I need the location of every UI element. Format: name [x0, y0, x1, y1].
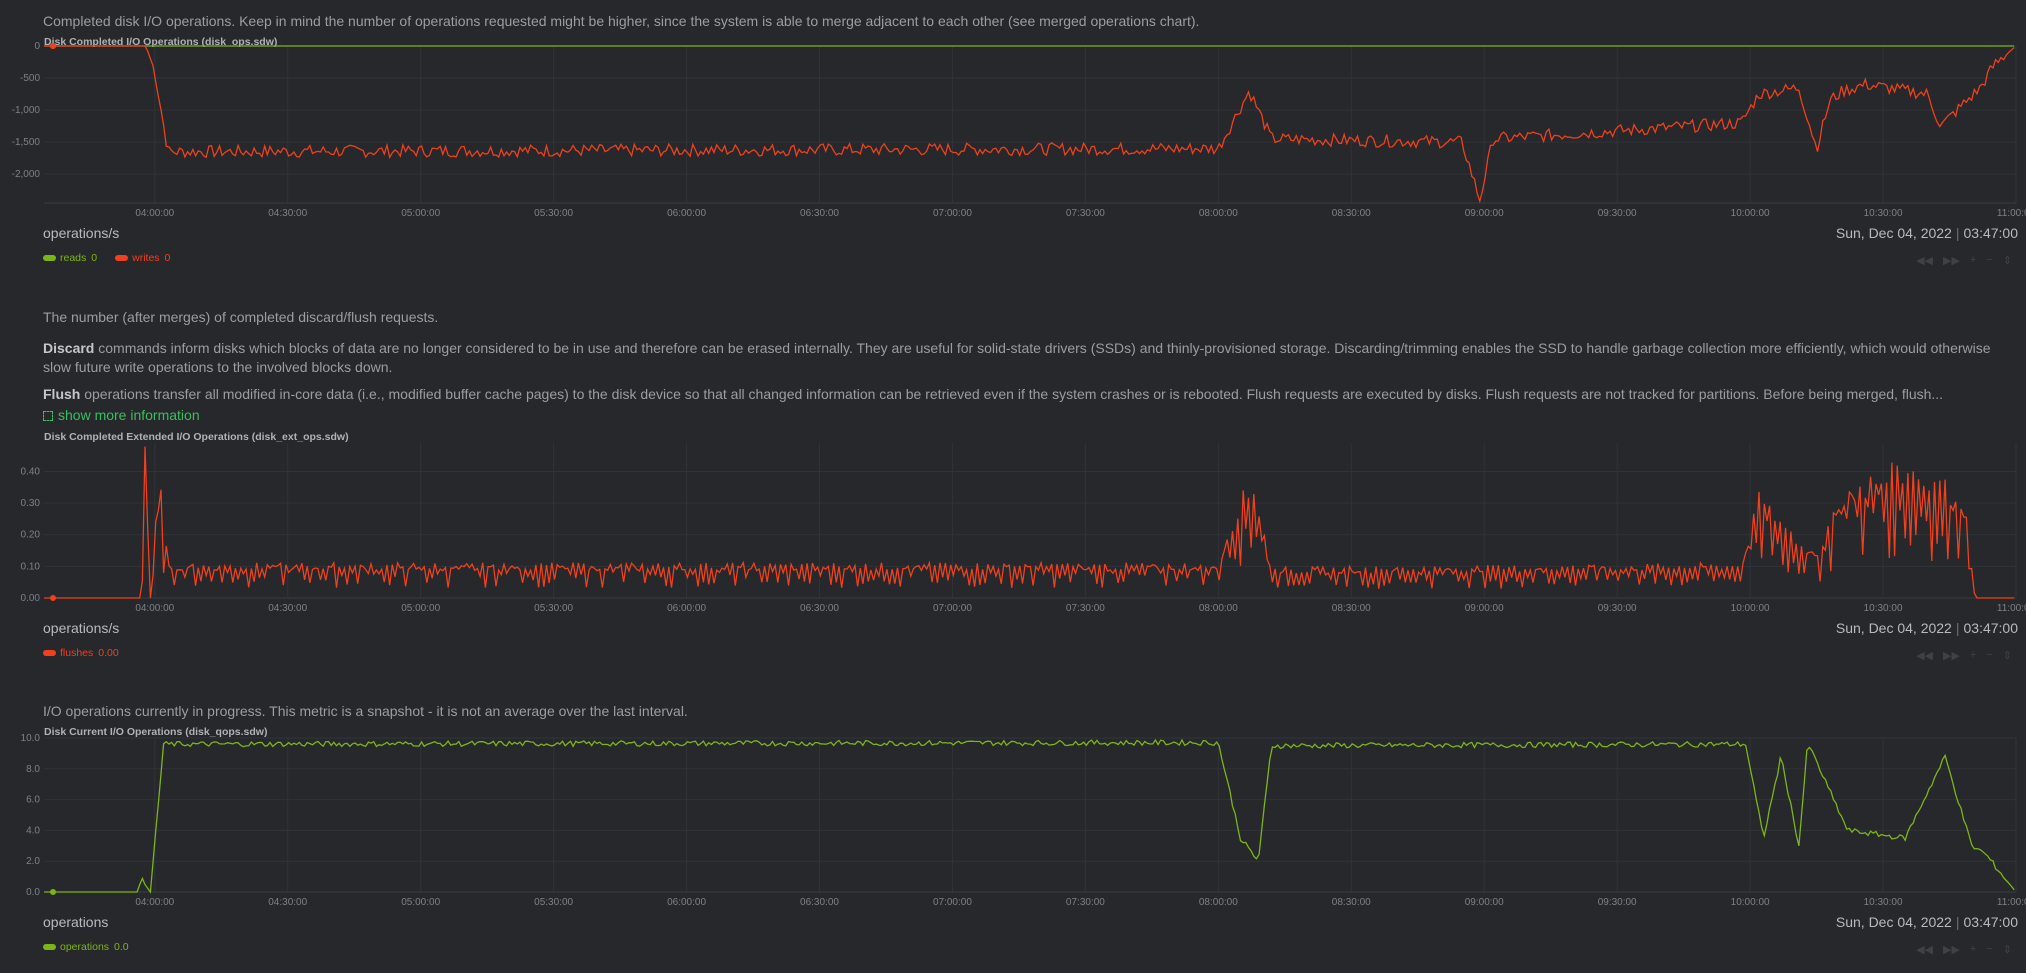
x-tick-label: 06:00:00: [667, 208, 706, 219]
x-tick-label: 08:00:00: [1199, 208, 1238, 219]
x-tick-label: 08:30:00: [1332, 897, 1371, 908]
chart-2: 04:00:00 04:30:00 05:00:00 05:30:00 06:00:00…: [21, 443, 2026, 614]
y-tick-label: -1,500: [12, 137, 41, 148]
y-tick-label: -500: [20, 73, 40, 84]
x-tick-label: 10:00:00: [1731, 208, 1770, 219]
y-tick-label: 0.30: [21, 498, 41, 509]
x-tick-label: 11:00:00: [1997, 897, 2026, 908]
x-tick-label: 08:30:00: [1332, 603, 1371, 614]
chart-1: 04:00:00 04:30:00 05:00:00 05:30:00 06:00:00…: [12, 41, 2026, 219]
chart-3: 04:00:00 04:30:00 05:00:00 05:30:00 06:00:00…: [21, 733, 2026, 908]
x-tick-label: 05:00:00: [401, 208, 440, 219]
x-tick-label: 08:30:00: [1332, 208, 1371, 219]
series-line-operations: [44, 738, 2015, 894]
x-tick-label: 07:30:00: [1066, 603, 1105, 614]
charts-canvas[interactable]: 04:00:00 04:30:00 05:00:00 05:30:00 06:00:00…: [0, 0, 2026, 973]
series-start-point: [50, 43, 56, 49]
x-tick-label: 07:00:00: [933, 897, 972, 908]
x-tick-label: 06:30:00: [800, 603, 839, 614]
x-tick-label: 05:30:00: [534, 208, 573, 219]
x-tick-label: 04:30:00: [268, 208, 307, 219]
x-tick-label: 04:00:00: [135, 208, 174, 219]
x-tick-label: 10:00:00: [1731, 897, 1770, 908]
x-tick-label: 07:30:00: [1066, 897, 1105, 908]
y-tick-label: 0.0: [26, 887, 40, 898]
x-tick-label: 09:00:00: [1465, 208, 1504, 219]
y-tick-label: 0: [34, 41, 40, 52]
y-tick-label: 6.0: [26, 795, 40, 806]
x-tick-label: 06:30:00: [800, 208, 839, 219]
x-tick-label: 09:00:00: [1465, 897, 1504, 908]
x-tick-label: 10:30:00: [1864, 208, 1903, 219]
x-tick-label: 10:00:00: [1731, 603, 1770, 614]
x-tick-label: 09:30:00: [1598, 897, 1637, 908]
y-tick-label: 0.10: [21, 561, 41, 572]
series-line-flushes: [44, 446, 2015, 599]
y-tick-label: 0.20: [21, 530, 41, 541]
x-tick-label: 04:00:00: [135, 897, 174, 908]
x-tick-label: 06:00:00: [667, 603, 706, 614]
y-tick-label: 2.0: [26, 856, 40, 867]
x-tick-label: 07:30:00: [1066, 208, 1105, 219]
x-tick-label: 06:00:00: [667, 897, 706, 908]
y-tick-label: 4.0: [26, 825, 40, 836]
x-tick-label: 05:30:00: [534, 897, 573, 908]
x-tick-label: 04:30:00: [268, 897, 307, 908]
x-tick-label: 05:00:00: [401, 603, 440, 614]
x-tick-label: 09:30:00: [1598, 603, 1637, 614]
x-tick-label: 11:00:00: [1997, 603, 2026, 614]
y-tick-label: 8.0: [26, 764, 40, 775]
y-tick-label: -2,000: [12, 169, 41, 180]
x-tick-label: 05:30:00: [534, 603, 573, 614]
x-tick-label: 07:00:00: [933, 208, 972, 219]
series-start-point: [50, 889, 56, 895]
x-tick-label: 04:30:00: [268, 603, 307, 614]
y-tick-label: 10.0: [21, 733, 41, 744]
x-tick-label: 04:00:00: [135, 603, 174, 614]
y-tick-label: 0.40: [21, 466, 41, 477]
y-tick-label: -1,000: [12, 105, 41, 116]
x-tick-label: 11:00:00: [1997, 208, 2026, 219]
x-tick-label: 05:00:00: [401, 897, 440, 908]
x-tick-label: 09:00:00: [1465, 603, 1504, 614]
x-tick-label: 08:00:00: [1199, 603, 1238, 614]
x-tick-label: 07:00:00: [933, 603, 972, 614]
series-start-point: [50, 595, 56, 601]
y-tick-label: 0.00: [21, 593, 41, 604]
series-line-writes: [44, 45, 2015, 204]
x-tick-label: 06:30:00: [800, 897, 839, 908]
x-tick-label: 08:00:00: [1199, 897, 1238, 908]
x-tick-label: 09:30:00: [1598, 208, 1637, 219]
x-tick-label: 10:30:00: [1864, 897, 1903, 908]
x-tick-label: 10:30:00: [1864, 603, 1903, 614]
